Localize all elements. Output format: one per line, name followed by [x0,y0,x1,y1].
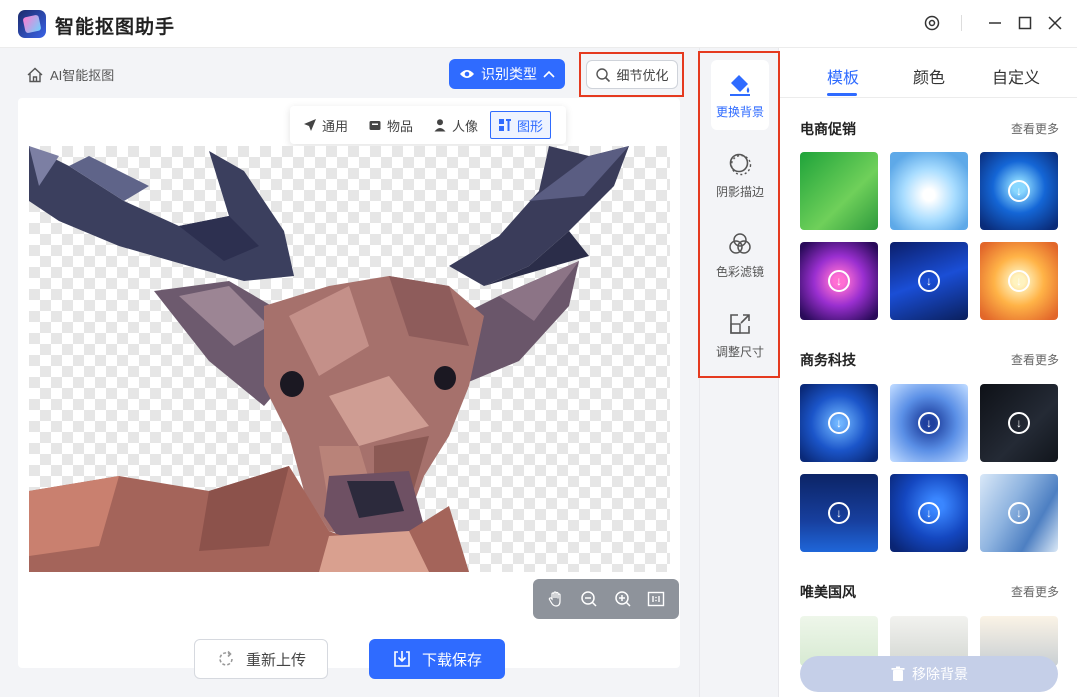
tab-underline [827,93,857,96]
type-tab-label: 图形 [517,118,544,134]
minimize-icon[interactable] [984,12,1006,34]
editor-area: AI智能抠图 识别类型 细节优化 通用 物品 人像 图形 重新上传 下载保存 [0,48,699,697]
tool-resize[interactable]: 调整尺寸 [711,300,769,370]
home-icon [27,67,43,82]
tool-color-filter[interactable]: 色彩滤镜 [711,220,769,290]
tab-colors[interactable]: 颜色 [913,64,945,88]
send-arrow-icon [304,119,316,131]
title-bar: 智能抠图助手 [0,0,1077,48]
title-separator [961,15,962,31]
eye-icon [460,70,474,78]
zoom-out-icon[interactable] [577,587,601,611]
shadow-circle-icon [729,153,752,175]
template-thumbnail[interactable]: ↓ [890,384,968,462]
recognize-type-label: 识别类型 [481,66,537,82]
reupload-label: 重新上传 [245,651,306,669]
download-thumb-icon: ↓ [918,270,940,292]
template-thumbnail[interactable]: ↓ [890,474,968,552]
template-thumbnail[interactable]: ↓ [980,474,1058,552]
type-tab-object[interactable]: 物品 [360,111,421,139]
person-icon [434,119,446,132]
see-more-link[interactable]: 查看更多 [1011,120,1059,137]
tab-templates[interactable]: 模板 [827,64,859,88]
app-title: 智能抠图助手 [55,17,176,38]
trash-icon [891,666,905,681]
breadcrumb-label: AI智能抠图 [50,68,115,83]
template-panel: 模板 颜色 自定义 电商促销 查看更多 ↓ ↓ ↓ ↓ 商务科技 查看更多 ↓ … [780,48,1077,697]
detail-optimize-button[interactable]: 细节优化 [586,60,678,89]
section-title: 电商促销 [800,121,856,137]
template-thumbnail[interactable]: ↓ [980,242,1058,320]
remove-background-label: 移除背景 [912,666,968,682]
color-filter-icon [729,232,751,254]
see-more-link[interactable]: 查看更多 [1011,351,1059,368]
template-thumbnail[interactable]: ↓ [890,242,968,320]
download-thumb-icon: ↓ [828,412,850,434]
template-thumbnail[interactable]: ↓ [980,152,1058,230]
download-thumb-icon: ↓ [1008,180,1030,202]
settings-icon[interactable] [921,12,943,34]
download-thumb-icon: ↓ [1008,270,1030,292]
download-thumb-icon: ↓ [918,502,940,524]
zoom-in-icon[interactable] [611,587,635,611]
remove-background-button[interactable]: 移除背景 [800,656,1058,692]
zoom-toolbar [533,579,679,619]
download-thumb-icon: ↓ [918,412,940,434]
deer-cutout-image [29,146,629,572]
type-selector: 通用 物品 人像 图形 [290,106,566,144]
paint-bucket-icon [730,74,750,96]
type-tab-portrait[interactable]: 人像 [425,111,486,139]
shapes-icon [499,119,512,131]
panel-tabs: 模板 颜色 自定义 [780,48,1077,98]
tool-shadow-stroke[interactable]: 阴影描边 [711,140,769,210]
recognize-type-button[interactable]: 识别类型 [449,59,565,89]
download-thumb-icon: ↓ [1008,412,1030,434]
maximize-icon[interactable] [1014,12,1036,34]
cutout-image[interactable] [29,146,670,572]
detail-optimize-label: 细节优化 [616,68,669,83]
reupload-button[interactable]: 重新上传 [194,639,328,679]
actual-size-icon[interactable] [644,587,668,611]
download-icon [394,651,410,667]
section-title: 唯美国风 [800,584,856,600]
template-thumbnail[interactable]: ↓ [800,384,878,462]
template-thumbnail[interactable] [800,152,878,230]
app-logo-icon [18,10,46,38]
download-save-button[interactable]: 下载保存 [369,639,505,679]
see-more-link[interactable]: 查看更多 [1011,583,1059,600]
magnifier-icon [596,67,611,82]
template-thumbnail[interactable]: ↓ [980,384,1058,462]
resize-icon [730,313,750,334]
box-icon [369,121,381,130]
type-tab-graphic[interactable]: 图形 [490,111,552,139]
tool-change-background[interactable]: 更换背景 [711,60,769,130]
tool-label: 色彩滤镜 [715,264,764,279]
type-tab-label: 人像 [452,118,479,134]
download-thumb-icon: ↓ [828,270,850,292]
hand-icon[interactable] [544,587,568,611]
download-save-label: 下载保存 [421,651,482,669]
section-title: 商务科技 [800,352,856,368]
close-icon[interactable] [1044,12,1066,34]
template-thumbnail[interactable]: ↓ [800,242,878,320]
type-tab-label: 通用 [322,118,349,134]
refresh-icon [219,650,233,666]
template-thumbnail[interactable]: ↓ [800,474,878,552]
tool-column: 更换背景 阴影描边 色彩滤镜 调整尺寸 [699,48,779,697]
tool-label: 调整尺寸 [715,344,764,359]
type-tab-general[interactable]: 通用 [295,111,356,139]
chevron-up-icon [543,70,555,78]
tab-custom[interactable]: 自定义 [992,64,1040,88]
download-thumb-icon: ↓ [1008,502,1030,524]
type-tab-label: 物品 [387,118,414,134]
template-thumbnail[interactable] [890,152,968,230]
tool-label: 更换背景 [715,104,764,119]
breadcrumb[interactable]: AI智能抠图 [26,65,114,84]
tool-label: 阴影描边 [715,184,764,199]
download-thumb-icon: ↓ [828,502,850,524]
